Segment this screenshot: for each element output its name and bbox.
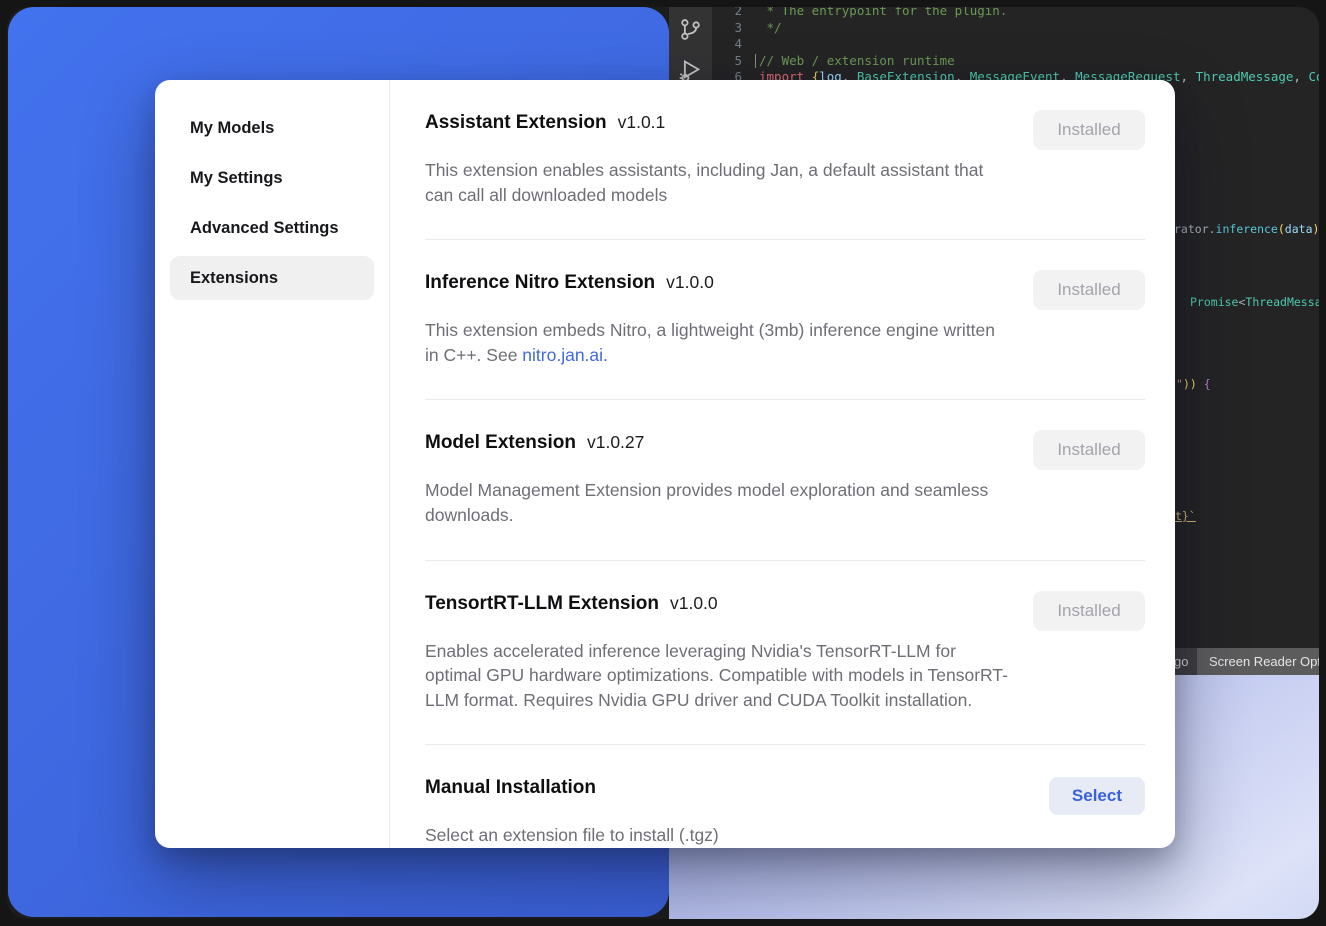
extension-row: Model Extension v1.0.27 Installed Model … — [425, 400, 1145, 560]
sidebar-item-label: Advanced Settings — [190, 219, 339, 238]
extension-header: Model Extension v1.0.27 Installed — [425, 430, 1145, 470]
extension-description: Select an extension file to install (.tg… — [425, 823, 1010, 848]
screenshot-frame: 2 * The entrypoint for the plugin.3 */45… — [7, 7, 1319, 919]
extension-description: This extension enables assistants, inclu… — [425, 158, 1010, 207]
code-line: 2 * The entrypoint for the plugin. — [712, 7, 1319, 20]
extension-version: v1.0.27 — [587, 432, 644, 453]
extension-row: Inference Nitro Extension v1.0.0 Install… — [425, 240, 1145, 400]
extension-row: TensortRT-LLM Extension v1.0.0 Installed… — [425, 561, 1145, 746]
extension-row: Assistant Extension v1.0.1 Installed Thi… — [425, 80, 1145, 240]
text-cursor — [755, 54, 756, 68]
code-fragment: rator.inference(data)); — [1174, 222, 1319, 237]
sidebar-item-label: My Settings — [190, 169, 283, 188]
sidebar-item-my-models[interactable]: My Models — [170, 106, 374, 150]
sidebar-item-extensions[interactable]: Extensions — [170, 256, 374, 300]
extension-description: This extension embeds Nitro, a lightweig… — [425, 318, 1010, 367]
code-line: 3 */ — [712, 20, 1319, 37]
extension-link[interactable]: nitro.jan.ai. — [522, 345, 608, 365]
installed-button[interactable]: Installed — [1033, 430, 1145, 470]
extension-name: Manual Installation — [425, 775, 596, 801]
sidebar-item-my-settings[interactable]: My Settings — [170, 156, 374, 200]
extension-header: Manual Installation Select — [425, 775, 1145, 815]
extension-description: Model Management Extension provides mode… — [425, 478, 1010, 527]
code-lines: 2 * The entrypoint for the plugin.3 */45… — [712, 7, 1319, 86]
select-file-button[interactable]: Select — [1049, 777, 1145, 815]
extension-titles: Inference Nitro Extension v1.0.0 — [425, 270, 714, 296]
extension-version: v1.0.0 — [670, 593, 718, 614]
extension-version: v1.0.1 — [618, 112, 666, 133]
code-line: 5// Web / extension runtime — [712, 53, 1319, 70]
screen-reader-optimized-status[interactable]: Screen Reader Optimized — [1197, 648, 1319, 675]
extension-header: Assistant Extension v1.0.1 Installed — [425, 110, 1145, 150]
extension-name: Assistant Extension — [425, 110, 607, 136]
extension-description: Enables accelerated inference leveraging… — [425, 639, 1010, 713]
extensions-panel: Assistant Extension v1.0.1 Installed Thi… — [390, 80, 1175, 848]
installed-button[interactable]: Installed — [1033, 270, 1145, 310]
extension-name: Model Extension — [425, 430, 576, 456]
extension-version: v1.0.0 — [666, 272, 714, 293]
installed-button[interactable]: Installed — [1033, 591, 1145, 631]
sidebar-item-label: My Models — [190, 119, 274, 138]
extension-name: TensortRT-LLM Extension — [425, 591, 659, 617]
code-line: 4 — [712, 36, 1319, 53]
source-control-icon[interactable] — [677, 16, 704, 43]
code-fragment: Promise<ThreadMessage> — [1190, 295, 1319, 310]
sidebar-item-label: Extensions — [190, 269, 278, 288]
code-fragment: ")) { — [1176, 377, 1211, 392]
extension-titles: Model Extension v1.0.27 — [425, 430, 644, 456]
extension-titles: TensortRT-LLM Extension v1.0.0 — [425, 591, 718, 617]
extension-titles: Manual Installation — [425, 775, 596, 801]
extension-header: TensortRT-LLM Extension v1.0.0 Installed — [425, 591, 1145, 631]
status-bar-text: go — [1174, 648, 1188, 675]
extension-titles: Assistant Extension v1.0.1 — [425, 110, 665, 136]
settings-modal: My Models My Settings Advanced Settings … — [155, 80, 1175, 848]
extension-row: Manual Installation Select Select an ext… — [425, 745, 1145, 848]
installed-button[interactable]: Installed — [1033, 110, 1145, 150]
extension-header: Inference Nitro Extension v1.0.0 Install… — [425, 270, 1145, 310]
extension-name: Inference Nitro Extension — [425, 270, 655, 296]
sidebar-item-advanced-settings[interactable]: Advanced Settings — [170, 206, 374, 250]
settings-sidebar: My Models My Settings Advanced Settings … — [155, 80, 390, 848]
code-fragment: t}` — [1175, 509, 1196, 524]
